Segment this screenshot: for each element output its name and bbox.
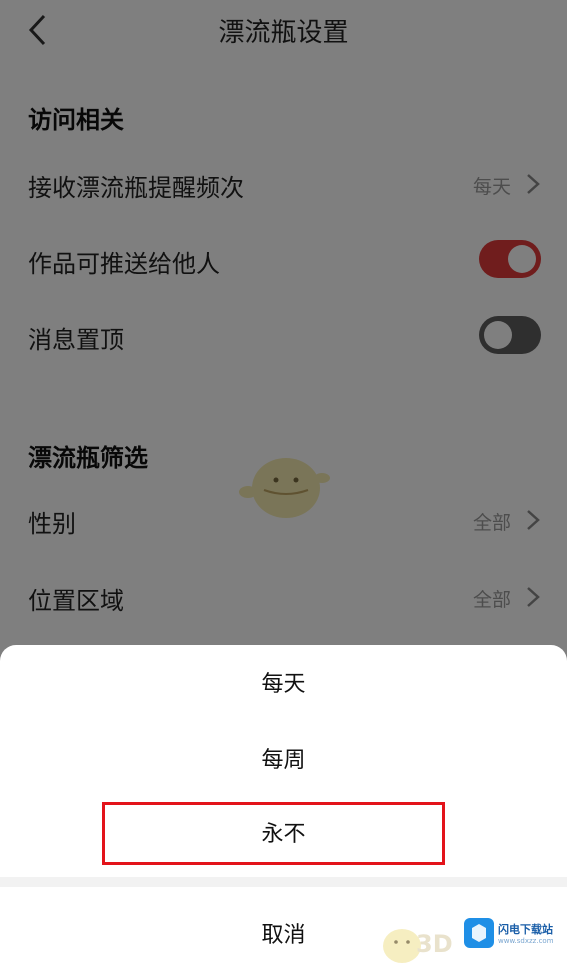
sheet-divider <box>0 877 567 887</box>
option-daily[interactable]: 每天 <box>0 650 567 720</box>
watermark-3d-text: 3D <box>416 930 453 958</box>
watermark-logo-icon <box>464 918 494 948</box>
watermark-url: www.sdxzz.com <box>498 937 554 945</box>
watermark-site-name: 闪电下载站 <box>498 923 553 936</box>
option-weekly[interactable]: 每周 <box>0 726 567 796</box>
highlight-box <box>102 802 445 865</box>
